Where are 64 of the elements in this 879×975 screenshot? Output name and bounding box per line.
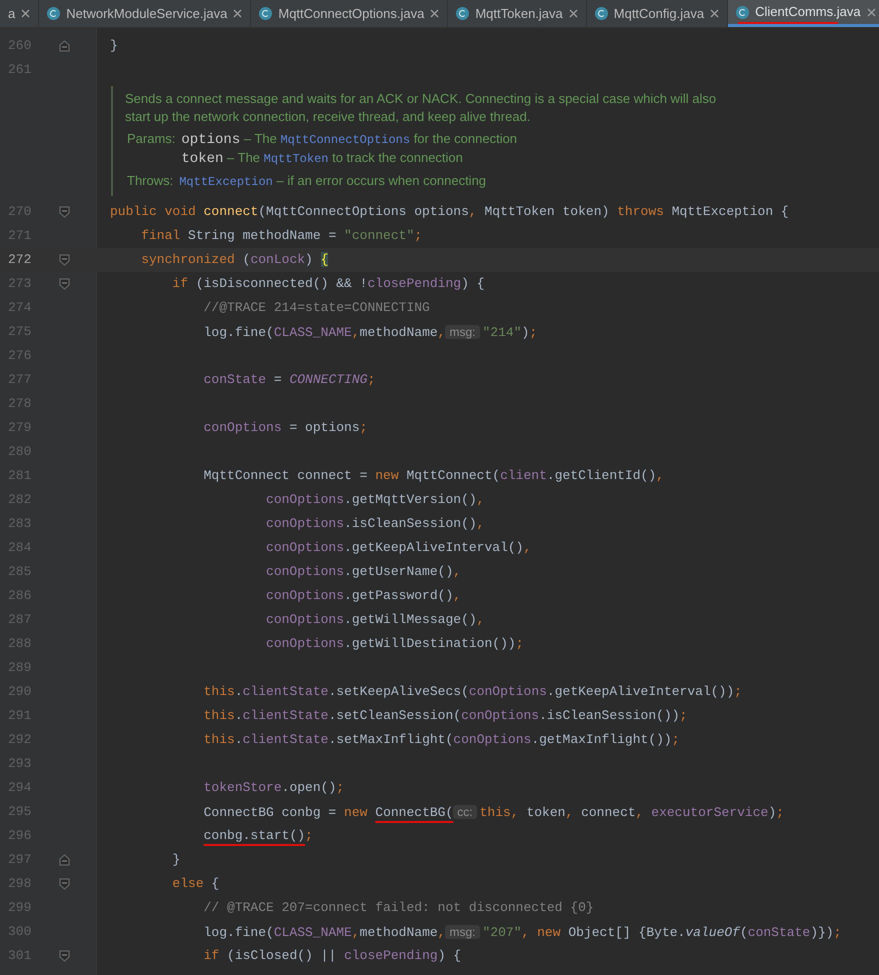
code-line: this.clientState.setCleanSession(conOptions.isCleanSession()); bbox=[202, 707, 688, 725]
code-line: tokenStore.open(); bbox=[202, 779, 344, 797]
tab-label: MqttToken.java bbox=[475, 4, 563, 23]
code-line: log.fine(CLASS_NAME,methodName, msg: "207", new Object[] {Byte.valueOf(conState)}); bbox=[202, 924, 842, 942]
close-icon[interactable] bbox=[430, 9, 440, 18]
close-icon[interactable] bbox=[710, 9, 720, 18]
code-line: log.fine(CLASS_NAME,methodName, msg: "214"); bbox=[202, 324, 538, 342]
code-line: ConnectBG conbg = new ConnectBG( cc: this, token, connect, executorService); bbox=[202, 804, 784, 822]
fold-icon[interactable] bbox=[58, 278, 70, 290]
fold-icon[interactable] bbox=[58, 950, 70, 962]
code-line: conOptions.getPassword(), bbox=[265, 587, 462, 605]
code-line: synchronized (conLock) { bbox=[140, 251, 328, 269]
code-line: conbg.start(); bbox=[202, 827, 313, 845]
line-number: 272 bbox=[7, 251, 32, 270]
code-line: conOptions.isCleanSession(), bbox=[265, 515, 484, 533]
code-line: conState = CONNECTING; bbox=[202, 371, 376, 389]
class-file-icon bbox=[47, 7, 60, 20]
doc-param: options – The MqttConnectOptions for the connection bbox=[181, 130, 518, 149]
unfold-icon[interactable] bbox=[58, 854, 70, 866]
code-line: public void connect(MqttConnectOptions options, MqttToken token) throws MqttException { bbox=[110, 203, 789, 221]
editor-tab[interactable]: a bbox=[0, 0, 40, 27]
code-line: conOptions.getUserName(), bbox=[265, 563, 462, 581]
code-line: this.clientState.setKeepAliveSecs(conOptions.getKeepAliveInterval()); bbox=[202, 683, 742, 701]
close-icon[interactable] bbox=[568, 9, 578, 18]
code-line: conOptions.getWillMessage(), bbox=[265, 611, 484, 629]
doc-label: Throws: bbox=[126, 172, 174, 190]
editor-tab[interactable]: ClientComms.java bbox=[728, 0, 879, 27]
code-line: MqttConnect connect = new MqttConnect(client.getClientId(), bbox=[202, 467, 664, 485]
editor-tab[interactable]: NetworkModuleService.java bbox=[39, 0, 252, 27]
editor-tab[interactable]: MqttToken.java bbox=[448, 0, 587, 27]
code-line: //@TRACE 214=state=CONNECTING bbox=[202, 299, 430, 317]
unfold-icon[interactable] bbox=[58, 40, 70, 52]
code-line: } bbox=[171, 851, 180, 869]
tab-label: MqttConnectOptions.java bbox=[278, 4, 424, 23]
doc-label: Params: bbox=[126, 130, 176, 148]
code-line: if (isClosed() || closePending) { bbox=[202, 947, 462, 965]
tab-label: a bbox=[8, 4, 16, 23]
tab-label: NetworkModuleService.java bbox=[66, 4, 228, 23]
close-icon[interactable] bbox=[21, 9, 30, 18]
class-file-icon bbox=[456, 7, 470, 20]
class-file-icon bbox=[259, 7, 272, 20]
class-file-icon bbox=[594, 7, 608, 20]
tab-label: ClientComms.java bbox=[755, 3, 861, 22]
code-line: conOptions.getWillDestination()); bbox=[265, 635, 524, 653]
code-line: if (isDisconnected() && !closePending) { bbox=[171, 275, 484, 293]
doc-throws: MqttException – if an error occurs when connecting bbox=[179, 172, 486, 191]
code-line: conOptions.getMqttVersion(), bbox=[265, 491, 484, 509]
code-line: else { bbox=[171, 875, 220, 893]
class-file-icon bbox=[736, 6, 750, 18]
code-line: // @TRACE 207=connect failed: not disconnected {0} bbox=[202, 899, 594, 917]
tab-label: MqttConfig.java bbox=[614, 4, 704, 23]
code-line: this.clientState.setMaxInflight(conOptions.getMaxInflight()); bbox=[202, 731, 680, 749]
code-line: conOptions = options; bbox=[202, 419, 368, 437]
close-icon[interactable] bbox=[866, 8, 876, 16]
code-line: conOptions.getKeepAliveInterval(), bbox=[265, 539, 532, 557]
fold-icon[interactable] bbox=[58, 254, 70, 266]
fold-icon[interactable] bbox=[58, 206, 70, 218]
code-line: final String methodName = "connect"; bbox=[140, 227, 422, 245]
doc-param: token – The MqttToken to track the connection bbox=[181, 149, 464, 168]
fold-icon[interactable] bbox=[58, 878, 70, 890]
editor-tab[interactable]: MqttConnectOptions.java bbox=[251, 0, 448, 27]
close-icon[interactable] bbox=[233, 9, 242, 18]
code-line: } bbox=[110, 37, 118, 55]
doc-summary: Sends a connect message and waits for an ACK or NACK. Connecting is a special case which will also start up the network connection, receive thread, and keep alive thread. bbox=[125, 90, 718, 126]
